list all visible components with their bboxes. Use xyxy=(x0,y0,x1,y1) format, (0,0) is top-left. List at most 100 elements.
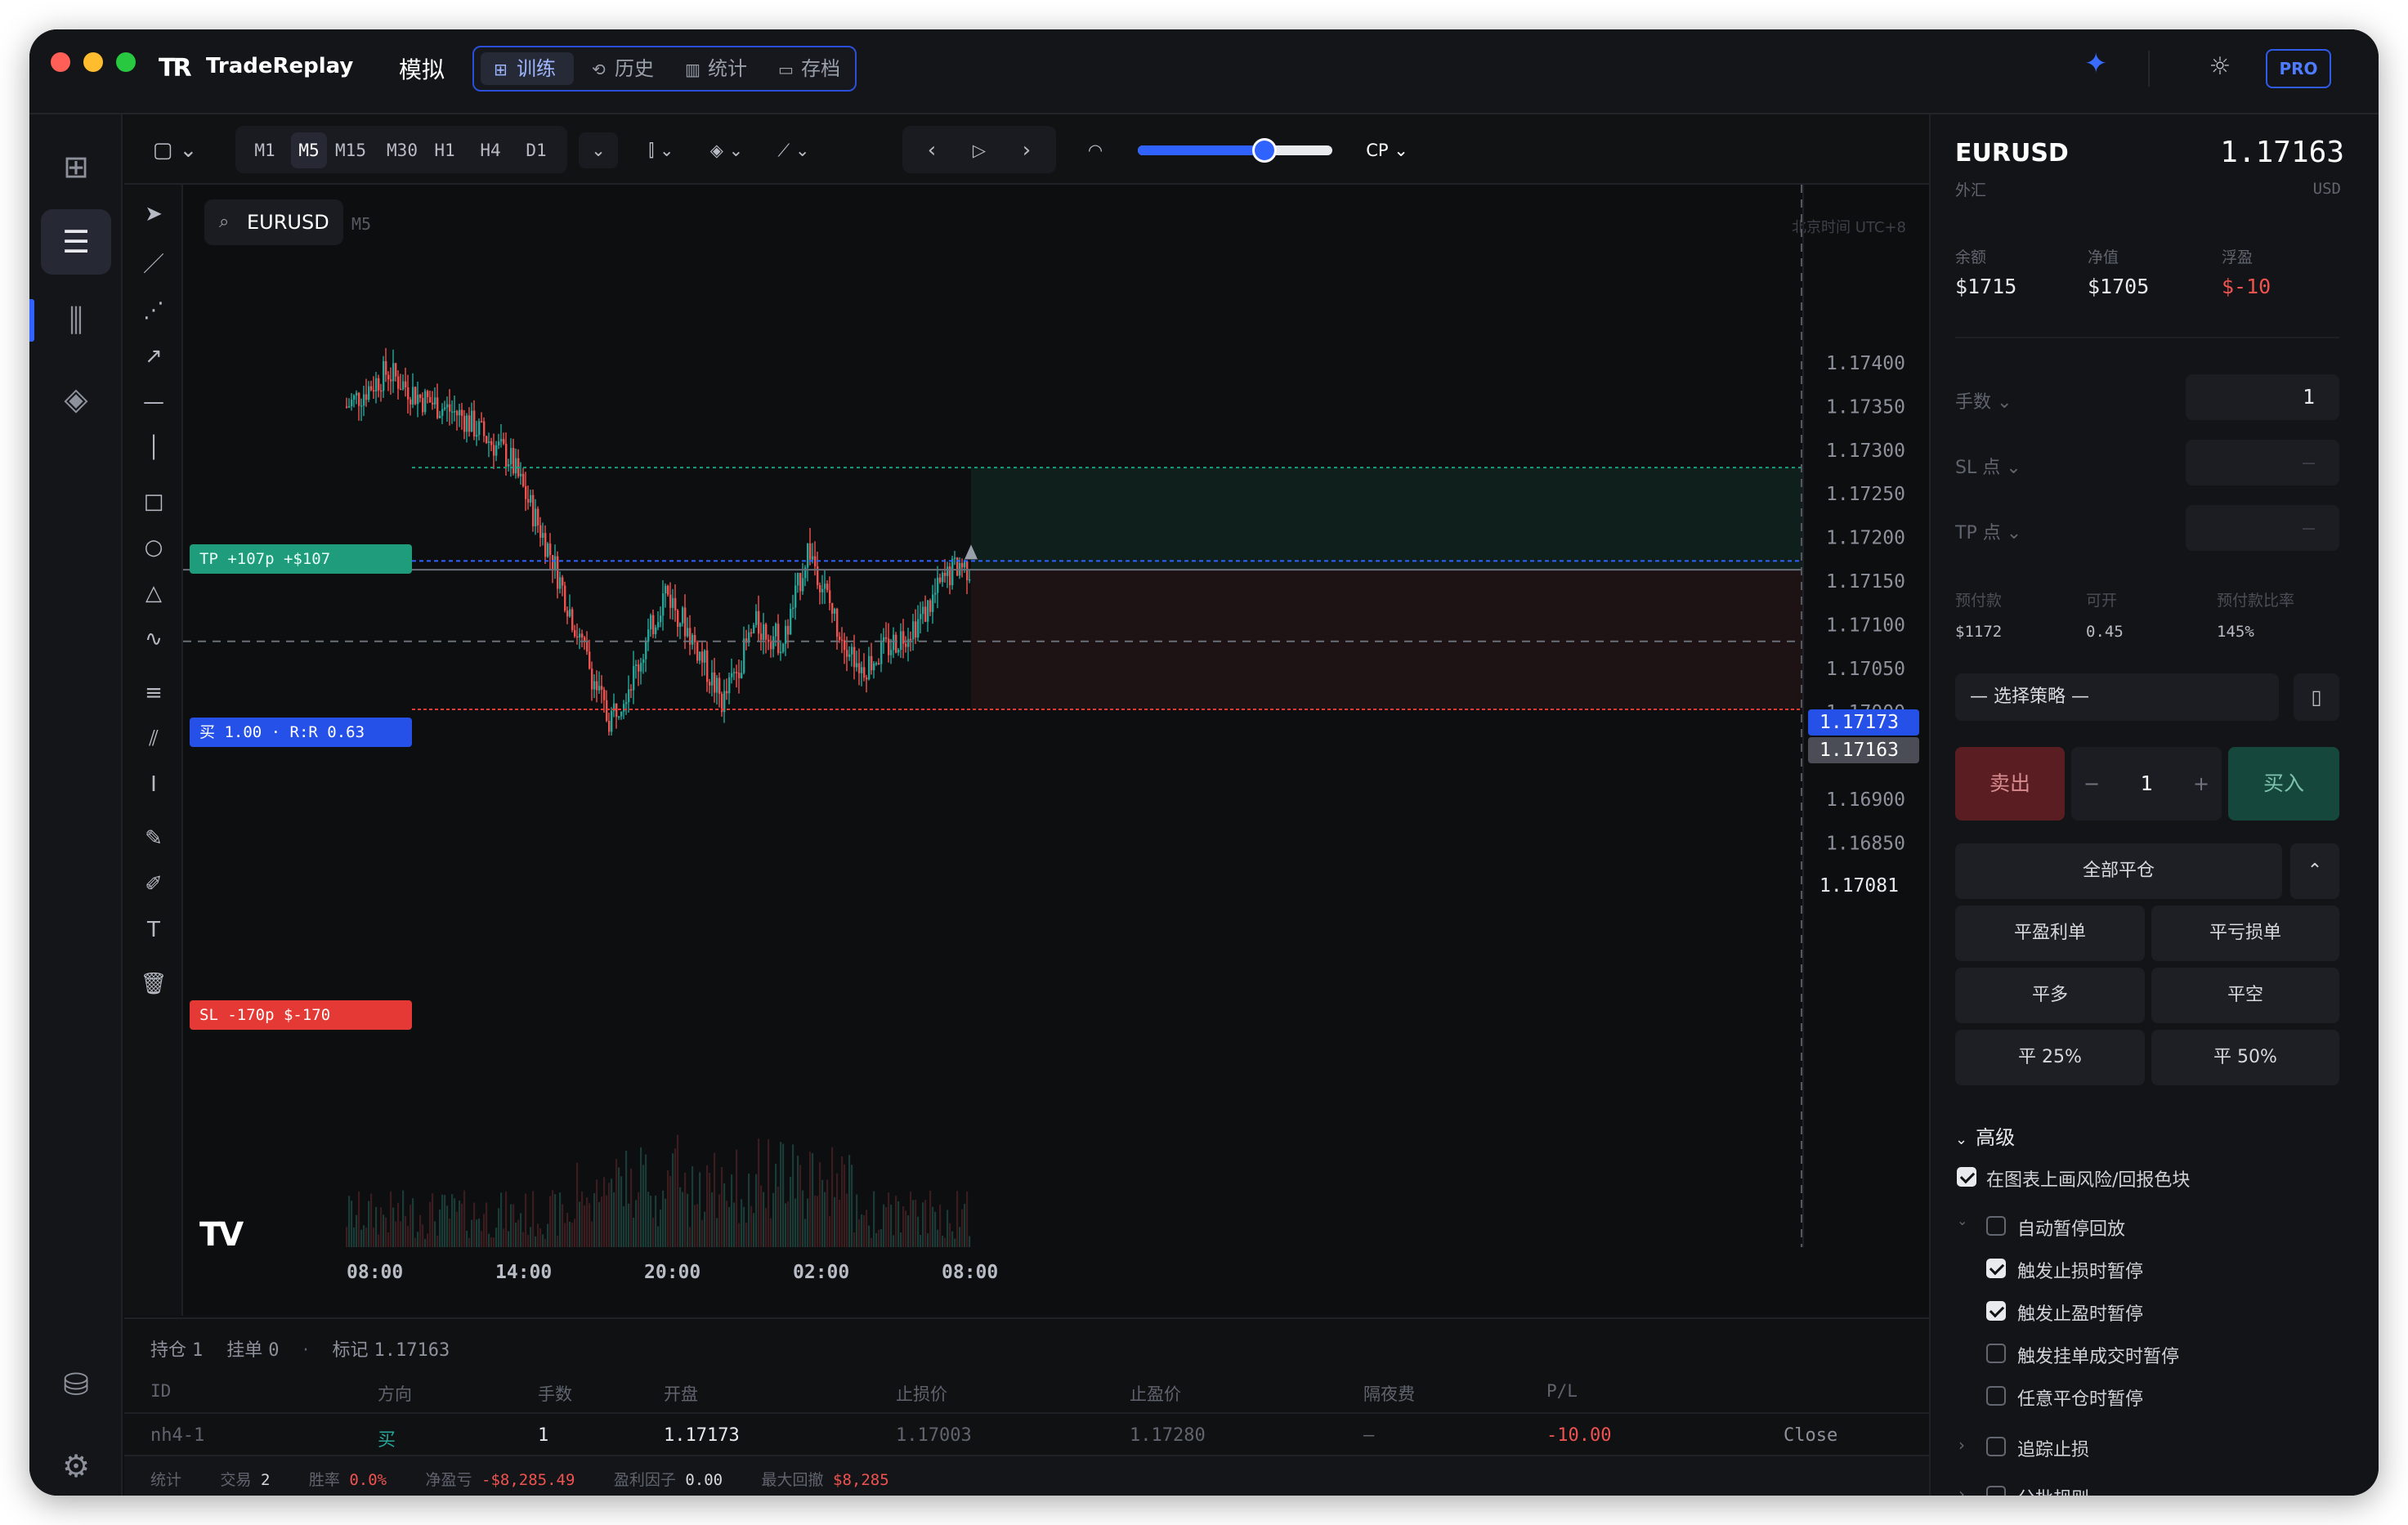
tab-history[interactable]: ⟲ 历史 xyxy=(579,52,669,85)
tab-archive[interactable]: ▭ 存档 xyxy=(765,52,855,85)
candle-body xyxy=(569,609,571,617)
plus-icon[interactable]: + xyxy=(2181,747,2222,821)
step-back-icon[interactable]: ‹ xyxy=(914,132,950,168)
gear-icon[interactable]: ⚙ xyxy=(41,1433,111,1496)
fib-icon[interactable]: ≡ xyxy=(134,675,173,711)
tp-label[interactable]: TP +107p +$107 xyxy=(190,544,412,574)
close-all-button[interactable]: 全部平仓 xyxy=(1955,843,2282,899)
minus-icon[interactable]: − xyxy=(2071,747,2112,821)
sl-label[interactable]: SL -170p $-170 xyxy=(190,1000,412,1030)
timeframe-h4[interactable]: H4 xyxy=(472,132,508,168)
chevron-up-icon[interactable]: ⌃ xyxy=(2290,843,2339,899)
option-checkbox[interactable] xyxy=(1957,1167,1976,1187)
minimize-window-button[interactable] xyxy=(83,52,103,72)
chevron-down-icon[interactable]: ⌄ xyxy=(1957,1213,1967,1228)
chart-area[interactable]: ⌕ EURUSD M5 北京时间 UTC+8 1.17400 1.17350 1.1… xyxy=(183,185,1929,1316)
triangle-icon[interactable]: △ xyxy=(134,575,173,611)
text-icon[interactable]: T xyxy=(134,912,173,948)
step-forward-icon[interactable]: › xyxy=(1009,132,1045,168)
cursor-icon[interactable]: ➤ xyxy=(134,196,173,232)
pencil-icon[interactable]: ✎ xyxy=(134,821,173,856)
table-row[interactable]: nh4-1 买 1 1.17173 1.17003 1.17280 — -10.00 Close xyxy=(124,1425,1929,1451)
reward-zone xyxy=(971,467,1803,570)
option-checkbox[interactable] xyxy=(1986,1386,2006,1406)
pro-badge[interactable]: PRO xyxy=(2266,49,2331,88)
advanced-toggle[interactable]: ⌄ 高级 xyxy=(1955,1121,2015,1150)
volume-bar xyxy=(758,1138,760,1247)
tab-train[interactable]: ⊞ 训练 xyxy=(481,52,574,85)
close-long-button[interactable]: 平多 xyxy=(1955,968,2145,1023)
close-short-button[interactable]: 平空 xyxy=(2151,968,2339,1023)
candle-body xyxy=(483,421,486,436)
rectangle-icon[interactable]: □ xyxy=(134,484,173,520)
close-loss-button[interactable]: 平亏损单 xyxy=(2151,906,2339,961)
volume-bar xyxy=(581,1191,584,1247)
sliders-icon[interactable]: ☰ xyxy=(41,209,111,275)
close-50-button[interactable]: 平 50% xyxy=(2151,1030,2339,1085)
trash-icon[interactable]: 🗑 xyxy=(134,966,173,1002)
circle-icon[interactable]: ○ xyxy=(134,530,173,566)
candle-body xyxy=(794,585,797,608)
option-checkbox[interactable] xyxy=(1986,1216,2006,1236)
timeframe-m1[interactable]: M1 xyxy=(247,132,283,168)
channel-icon[interactable]: ⫽ xyxy=(134,721,173,757)
option-checkbox[interactable] xyxy=(1986,1301,2006,1321)
timeframe-m30[interactable]: M30 xyxy=(379,132,425,168)
more-timeframes-chevron-icon[interactable]: ⌄ xyxy=(579,132,618,168)
speed-slider[interactable] xyxy=(1138,138,1332,163)
strategy-select[interactable]: — 选择策略 — xyxy=(1955,673,2279,721)
measure-icon[interactable]: I xyxy=(134,767,173,803)
sparkle-icon[interactable]: ✦ xyxy=(2084,47,2125,88)
tab-stats[interactable]: ▥ 统计 xyxy=(672,52,762,85)
file-icon[interactable]: ▯ xyxy=(2294,673,2339,721)
database-icon[interactable]: ⛁ xyxy=(41,1352,111,1417)
candle-body xyxy=(709,682,711,686)
close-profit-button[interactable]: 平盈利单 xyxy=(1955,906,2145,961)
candle-body xyxy=(927,600,929,622)
zoom-window-button[interactable] xyxy=(116,52,136,72)
close-window-button[interactable] xyxy=(51,52,70,72)
close-25-button[interactable]: 平 25% xyxy=(1955,1030,2145,1085)
indicators-icon[interactable]: ⟋ ⌄ xyxy=(767,132,821,168)
tp-points-field[interactable]: — xyxy=(2186,505,2339,551)
buy-button[interactable]: 买入 xyxy=(2228,747,2339,821)
tab-open-positions[interactable]: 持仓 1 xyxy=(150,1340,203,1361)
speed-slider-knob[interactable] xyxy=(1251,138,1277,163)
chart-icon[interactable]: ⫼ xyxy=(41,288,111,353)
dashboard-icon[interactable]: ⊞ xyxy=(41,134,111,199)
volume-bar xyxy=(370,1193,373,1247)
polyline-icon[interactable]: ∿ xyxy=(134,621,173,657)
sl-points-field[interactable]: — xyxy=(2186,440,2339,485)
theme-sun-icon[interactable]: ☼ xyxy=(2204,52,2236,85)
play-icon[interactable]: ▷ xyxy=(961,132,997,168)
brush-icon[interactable]: ✐ xyxy=(134,866,173,902)
timeframe-d1[interactable]: D1 xyxy=(518,132,554,168)
close-position-button[interactable]: Close xyxy=(1784,1425,1837,1446)
quantity-value[interactable]: 1 xyxy=(2112,747,2181,821)
chevron-right-icon[interactable]: › xyxy=(1958,1435,1965,1455)
vertical-line-icon[interactable]: │ xyxy=(134,430,173,466)
timeframe-h1[interactable]: H1 xyxy=(427,132,463,168)
option-checkbox[interactable] xyxy=(1986,1486,2006,1496)
timeframe-m15[interactable]: M15 xyxy=(329,132,373,168)
entry-label[interactable]: 买 1.00 · R:R 0.63 xyxy=(190,718,412,747)
layers-icon[interactable]: ◈ xyxy=(41,366,111,432)
option-checkbox[interactable] xyxy=(1986,1259,2006,1278)
trendline-icon[interactable]: ／ xyxy=(134,247,173,283)
sell-button[interactable]: 卖出 xyxy=(1955,747,2065,821)
candle-type-icon[interactable]: ⫿ ⌄ xyxy=(634,132,688,168)
tab-pending-orders[interactable]: 挂单 0 xyxy=(226,1340,279,1361)
volume-bar xyxy=(841,1156,844,1247)
lots-field[interactable]: 1 xyxy=(2186,374,2339,420)
timeframe-m5[interactable]: M5 xyxy=(291,132,327,168)
candle-body xyxy=(841,639,844,642)
option-checkbox[interactable] xyxy=(1986,1344,2006,1363)
cp-select[interactable]: CP ⌄ xyxy=(1360,132,1414,168)
layers-menu-icon[interactable]: ◈ ⌄ xyxy=(700,132,754,168)
layout-select-icon[interactable]: ▢ ⌄ xyxy=(150,132,199,168)
option-checkbox[interactable] xyxy=(1986,1437,2006,1456)
ray-icon[interactable]: ⋰ xyxy=(134,293,173,329)
horizontal-line-icon[interactable]: — xyxy=(134,384,173,420)
chevron-right-icon[interactable]: › xyxy=(1958,1484,1965,1496)
arrow-icon[interactable]: ↗ xyxy=(134,338,173,374)
